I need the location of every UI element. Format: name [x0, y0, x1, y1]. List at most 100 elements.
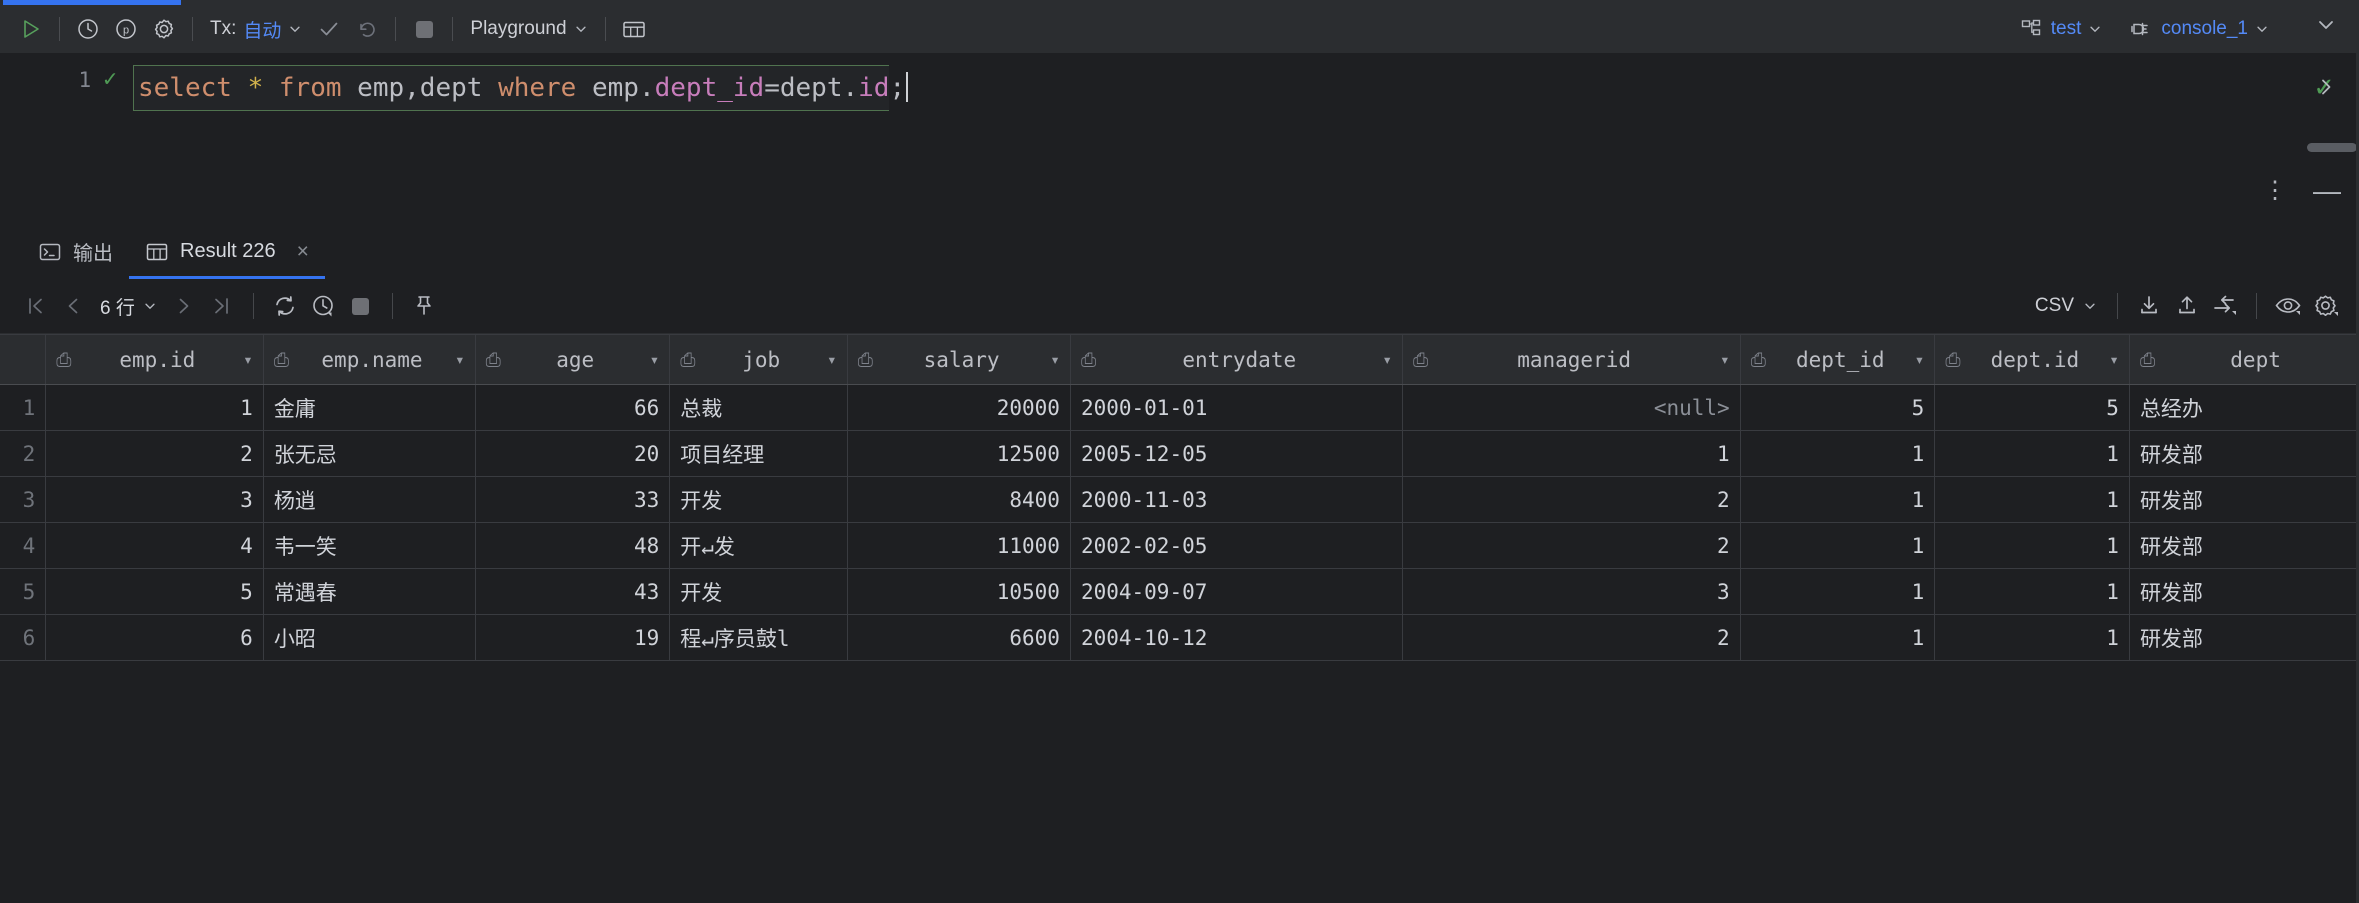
cell-salary[interactable]: 11000	[847, 522, 1071, 569]
cell-job[interactable]: 开发	[669, 476, 848, 523]
cell-age[interactable]: 66	[475, 384, 671, 431]
cell-salary[interactable]: 12500	[847, 430, 1071, 477]
cell-dept-dot-id[interactable]: 5	[1934, 384, 2130, 431]
sql-editor[interactable]: 1 ✓ select * from emp,dept where emp.dep…	[0, 54, 2359, 154]
cell-dept[interactable]: 研发部	[2129, 522, 2359, 569]
cell-dept[interactable]: 总经办	[2129, 384, 2359, 431]
column-header-job[interactable]: ⎙ job ▾	[669, 334, 848, 385]
cell-emp-name[interactable]: 小昭	[263, 614, 476, 661]
more-vertical-icon[interactable]: ⋮	[2263, 178, 2287, 203]
cell-salary[interactable]: 10500	[847, 568, 1071, 615]
cell-dept-id[interactable]: 1	[1740, 476, 1936, 523]
grid-settings-button[interactable]	[2307, 287, 2345, 325]
column-header-managerid[interactable]: ⎙ managerid ▾	[1402, 334, 1741, 385]
cell-entrydate[interactable]: 2000-11-03	[1070, 476, 1403, 523]
expand-panel-button[interactable]	[2306, 67, 2346, 107]
result-history-button[interactable]	[304, 287, 342, 325]
history-button[interactable]	[69, 10, 107, 48]
cell-emp-name[interactable]: 常遇春	[263, 568, 476, 615]
tab-output[interactable]: 输出	[22, 227, 129, 279]
view-options-button[interactable]	[2269, 287, 2307, 325]
export-data-button[interactable]	[2168, 287, 2206, 325]
cell-dept[interactable]: 研发部	[2129, 614, 2359, 661]
column-header-emp-name[interactable]: ⎙ emp.name ▾	[263, 334, 476, 385]
commit-button[interactable]	[310, 10, 348, 48]
table-row[interactable]: 6 6 小昭 19 程↵序员鼓l 6600 2004-10-12 2 1 1 研…	[0, 614, 2359, 661]
table-row[interactable]: 3 3 杨逍 33 开发 8400 2000-11-03 2 1 1 研发部	[0, 476, 2359, 523]
column-header-dept-id[interactable]: ⎙ dept_id ▾	[1740, 334, 1936, 385]
table-row[interactable]: 2 2 张无忌 20 项目经理 12500 2005-12-05 1 1 1 研…	[0, 430, 2359, 477]
minimize-icon[interactable]: —	[2313, 176, 2341, 205]
import-data-button[interactable]	[2130, 287, 2168, 325]
console-selector[interactable]: console_1	[2120, 14, 2277, 44]
sql-statement-line[interactable]: select * from emp,dept where emp.dept_id…	[133, 65, 890, 111]
cell-age[interactable]: 20	[475, 430, 671, 477]
tab-result-226[interactable]: Result 226 ×	[129, 227, 325, 279]
column-header-salary[interactable]: ⎙ salary ▾	[847, 334, 1071, 385]
table-row[interactable]: 5 5 常遇春 43 开发 10500 2004-09-07 3 1 1 研发部	[0, 568, 2359, 615]
cell-managerid[interactable]: 2	[1402, 614, 1741, 661]
cell-dept-dot-id[interactable]: 1	[1934, 568, 2130, 615]
cell-managerid[interactable]: <null>	[1402, 384, 1741, 431]
cell-dept[interactable]: 研发部	[2129, 568, 2359, 615]
cell-dept-dot-id[interactable]: 1	[1934, 614, 2130, 661]
cell-age[interactable]: 33	[475, 476, 671, 523]
pin-tab-button[interactable]	[405, 287, 443, 325]
cell-job[interactable]: 项目经理	[669, 430, 848, 477]
sort-updown-icon[interactable]: ▾	[2109, 351, 2119, 368]
cell-salary[interactable]: 20000	[847, 384, 1071, 431]
sort-updown-icon[interactable]: ▾	[1915, 351, 1925, 368]
cell-salary[interactable]: 8400	[847, 476, 1071, 523]
column-header-age[interactable]: ⎙ age ▾	[475, 334, 671, 385]
table-row[interactable]: 1 1 金庸 66 总裁 20000 2000-01-01 <null> 5 5…	[0, 384, 2359, 431]
column-header-entrydate[interactable]: ⎙ entrydate ▾	[1070, 334, 1403, 385]
cell-emp-name[interactable]: 张无忌	[263, 430, 476, 477]
result-grid[interactable]: ⎙ emp.id ▾ ⎙ emp.name ▾ ⎙ age ▾ ⎙ job ▾ …	[0, 334, 2359, 903]
refresh-button[interactable]	[266, 287, 304, 325]
cell-dept-id[interactable]: 5	[1740, 384, 1936, 431]
rollback-button[interactable]	[348, 10, 386, 48]
sort-updown-icon[interactable]: ▾	[827, 351, 837, 368]
editor-scrollbar-thumb[interactable]	[2307, 143, 2357, 152]
cell-emp-id[interactable]: 3	[45, 476, 264, 523]
cell-age[interactable]: 19	[475, 614, 671, 661]
transpose-button[interactable]	[2206, 287, 2244, 325]
prev-page-button[interactable]	[54, 287, 92, 325]
cell-job[interactable]: 开发	[669, 568, 848, 615]
cell-dept-dot-id[interactable]: 1	[1934, 430, 2130, 477]
close-icon[interactable]: ×	[297, 240, 309, 264]
cell-dept[interactable]: 研发部	[2129, 476, 2359, 523]
cell-managerid[interactable]: 3	[1402, 568, 1741, 615]
output-format-dropdown[interactable]: CSV	[2027, 292, 2105, 320]
code-area[interactable]: select * from emp,dept where emp.dept_id…	[133, 54, 2359, 154]
cell-emp-id[interactable]: 1	[45, 384, 264, 431]
cell-emp-name[interactable]: 金庸	[263, 384, 476, 431]
cell-emp-id[interactable]: 2	[45, 430, 264, 477]
sort-updown-icon[interactable]: ▾	[1720, 351, 1730, 368]
sort-updown-icon[interactable]: ▾	[243, 351, 253, 368]
cell-entrydate[interactable]: 2002-02-05	[1070, 522, 1403, 569]
cell-entrydate[interactable]: 2005-12-05	[1070, 430, 1403, 477]
stop-button[interactable]	[405, 10, 443, 48]
sort-updown-icon[interactable]: ▾	[1382, 351, 1392, 368]
cell-managerid[interactable]: 1	[1402, 430, 1741, 477]
sort-updown-icon[interactable]: ▾	[1050, 351, 1060, 368]
run-button[interactable]	[12, 10, 50, 48]
profile-button[interactable]: p	[107, 10, 145, 48]
column-header-dept[interactable]: ⎙ dept	[2129, 334, 2359, 385]
result-stop-button[interactable]	[342, 287, 380, 325]
datasource-selector[interactable]: test	[2012, 14, 2111, 44]
cell-dept-id[interactable]: 1	[1740, 568, 1936, 615]
cell-managerid[interactable]: 2	[1402, 522, 1741, 569]
cell-job[interactable]: 程↵序员鼓l	[669, 614, 848, 661]
cell-managerid[interactable]: 2	[1402, 476, 1741, 523]
next-page-button[interactable]	[165, 287, 203, 325]
cell-job[interactable]: 开↵发	[669, 522, 848, 569]
last-page-button[interactable]	[203, 287, 241, 325]
cell-emp-name[interactable]: 韦一笑	[263, 522, 476, 569]
cell-emp-id[interactable]: 5	[45, 568, 264, 615]
cell-salary[interactable]: 6600	[847, 614, 1071, 661]
cell-entrydate[interactable]: 2000-01-01	[1070, 384, 1403, 431]
row-count-dropdown[interactable]: 6 行	[92, 290, 165, 323]
first-page-button[interactable]	[16, 287, 54, 325]
